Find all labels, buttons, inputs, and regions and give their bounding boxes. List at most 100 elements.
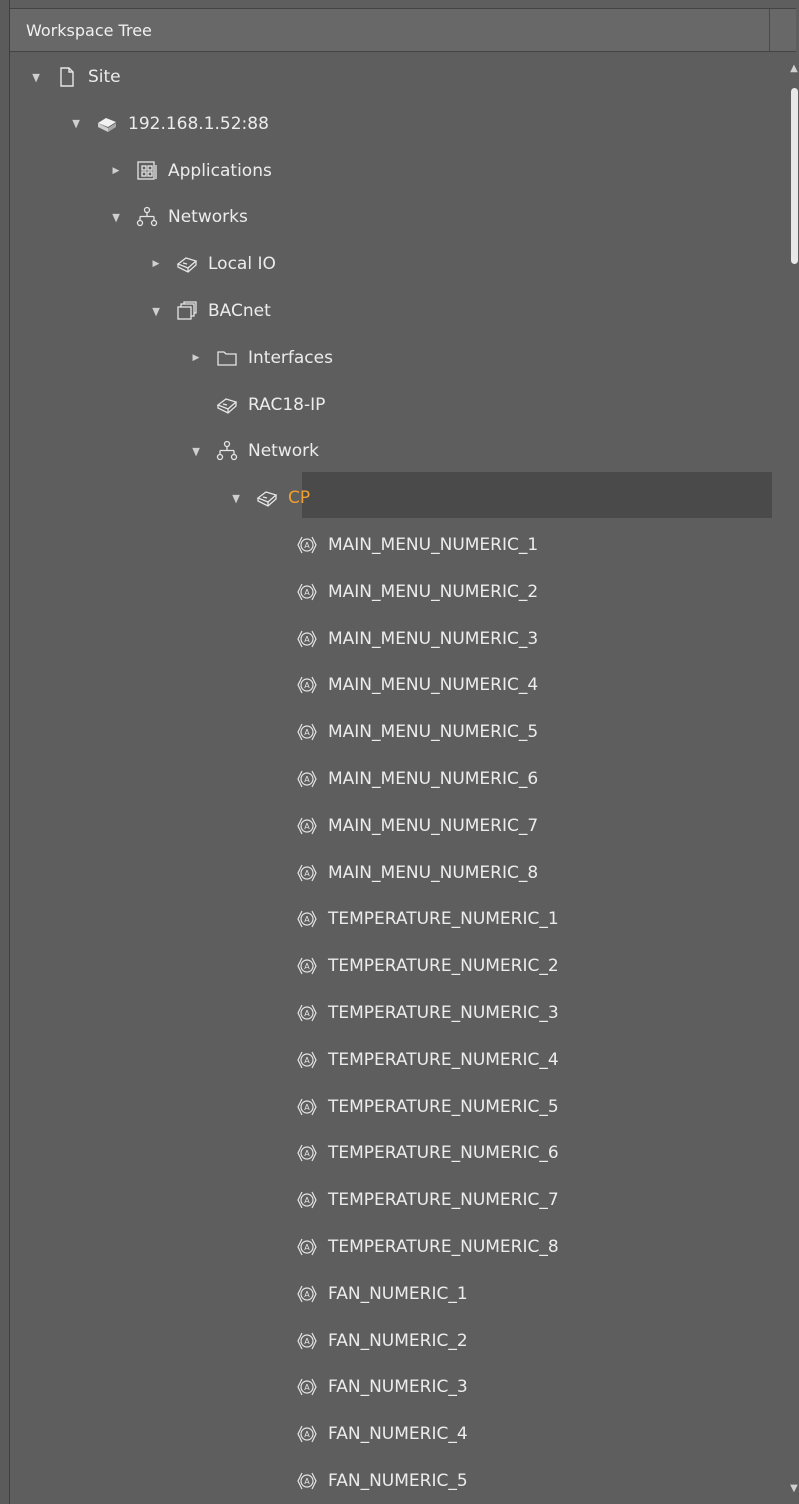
vertical-scrollbar[interactable]: ▲ ▼ bbox=[784, 54, 799, 1500]
stack-icon bbox=[174, 298, 200, 324]
tree-node-temperature-numeric-8[interactable]: A TEMPERATURE_NUMERIC_8 bbox=[268, 1224, 559, 1270]
tree-node-main-menu-numeric-1[interactable]: A MAIN_MENU_NUMERIC_1 bbox=[268, 522, 538, 568]
collapse-arrow-icon[interactable]: ▶ bbox=[108, 163, 124, 179]
tree-node-main-menu-numeric-6[interactable]: A MAIN_MENU_NUMERIC_6 bbox=[268, 756, 538, 802]
svg-text:A: A bbox=[304, 1337, 310, 1346]
analog-point-icon: A bbox=[294, 579, 320, 605]
tree-node-fan-numeric-3[interactable]: A FAN_NUMERIC_3 bbox=[268, 1364, 468, 1410]
analog-point-icon: A bbox=[294, 813, 320, 839]
tree-node-fan-numeric-5[interactable]: A FAN_NUMERIC_5 bbox=[268, 1458, 468, 1504]
tree-node-label: MAIN_MENU_NUMERIC_7 bbox=[328, 815, 539, 836]
collapse-arrow-icon[interactable]: ▶ bbox=[188, 350, 204, 366]
svg-text:A: A bbox=[304, 728, 310, 737]
tree-node-label: BACnet bbox=[208, 301, 271, 321]
tree-node-label: TEMPERATURE_NUMERIC_5 bbox=[328, 1096, 559, 1117]
tree-node-label: TEMPERATURE_NUMERIC_8 bbox=[328, 1237, 559, 1257]
network-icon bbox=[134, 204, 160, 230]
tree-node-label: TEMPERATURE_NUMERIC_1 bbox=[328, 909, 559, 930]
tree-node-temperature-numeric-7[interactable]: A TEMPERATURE_NUMERIC_7 bbox=[268, 1177, 559, 1223]
tree-node-local-io[interactable]: ▶ Local IO bbox=[148, 241, 276, 287]
analog-point-icon: A bbox=[294, 1328, 320, 1354]
tree-node-192-168-1-52-88[interactable]: ▼ 192.168.1.52:88 bbox=[68, 101, 269, 147]
svg-text:A: A bbox=[304, 1196, 310, 1205]
analog-point-icon: A bbox=[294, 1140, 320, 1166]
svg-text:A: A bbox=[304, 962, 310, 971]
scroll-up-arrow-icon[interactable]: ▲ bbox=[788, 62, 799, 74]
expand-arrow-icon[interactable]: ▼ bbox=[149, 303, 163, 319]
selected-row-highlight bbox=[302, 472, 772, 518]
page-icon bbox=[54, 64, 80, 90]
expand-arrow-icon[interactable]: ▼ bbox=[29, 69, 43, 85]
panel-header: Workspace Tree bbox=[10, 8, 796, 52]
tree-node-label: FAN_NUMERIC_3 bbox=[328, 1377, 468, 1398]
analog-point-icon: A bbox=[294, 672, 320, 698]
svg-text:A: A bbox=[304, 1103, 310, 1112]
tree-node-label: FAN_NUMERIC_1 bbox=[328, 1283, 468, 1304]
analog-point-icon: A bbox=[294, 1281, 320, 1307]
tree-node-applications[interactable]: ▶ Applications bbox=[108, 148, 272, 194]
analog-point-icon: A bbox=[294, 766, 320, 792]
svg-text:A: A bbox=[304, 635, 310, 644]
tree-node-fan-numeric-2[interactable]: A FAN_NUMERIC_2 bbox=[268, 1318, 468, 1364]
tree-node-bacnet[interactable]: ▼ BACnet bbox=[148, 288, 271, 334]
tree-node-label: MAIN_MENU_NUMERIC_5 bbox=[328, 722, 539, 743]
svg-text:A: A bbox=[304, 775, 310, 784]
tree-node-label: MAIN_MENU_NUMERIC_8 bbox=[328, 862, 539, 883]
tree-node-label: MAIN_MENU_NUMERIC_4 bbox=[328, 675, 539, 696]
tree-node-main-menu-numeric-7[interactable]: A MAIN_MENU_NUMERIC_7 bbox=[268, 803, 538, 849]
tree-node-main-menu-numeric-3[interactable]: A MAIN_MENU_NUMERIC_3 bbox=[268, 616, 538, 662]
tree-node-fan-numeric-4[interactable]: A FAN_NUMERIC_4 bbox=[268, 1411, 468, 1457]
collapse-arrow-icon[interactable]: ▶ bbox=[148, 256, 164, 272]
tree-node-fan-numeric-1[interactable]: A FAN_NUMERIC_1 bbox=[268, 1271, 468, 1317]
analog-point-icon: A bbox=[294, 860, 320, 886]
workspace-tree-panel: Workspace Tree ▼ Site ▼ 192.168.1.52:88 ▶ App… bbox=[9, 0, 799, 1504]
tree-node-label: FAN_NUMERIC_2 bbox=[328, 1330, 468, 1351]
scroll-down-arrow-icon[interactable]: ▼ bbox=[788, 1482, 799, 1494]
tree-node-interfaces[interactable]: ▶ Interfaces bbox=[188, 335, 333, 381]
tree-node-temperature-numeric-2[interactable]: A TEMPERATURE_NUMERIC_2 bbox=[268, 943, 559, 989]
device-icon bbox=[94, 111, 120, 137]
tree-node-main-menu-numeric-5[interactable]: A MAIN_MENU_NUMERIC_5 bbox=[268, 709, 538, 755]
tree-node-main-menu-numeric-4[interactable]: A MAIN_MENU_NUMERIC_4 bbox=[268, 662, 538, 708]
tree-node-main-menu-numeric-2[interactable]: A MAIN_MENU_NUMERIC_2 bbox=[268, 569, 538, 615]
expand-arrow-icon[interactable]: ▼ bbox=[69, 116, 83, 132]
tree-node-temperature-numeric-1[interactable]: A TEMPERATURE_NUMERIC_1 bbox=[268, 896, 559, 942]
tree-node-rac18-ip[interactable]: RAC18-IP bbox=[188, 382, 325, 428]
analog-point-icon: A bbox=[294, 1374, 320, 1400]
svg-text:A: A bbox=[304, 1430, 310, 1439]
scroll-thumb[interactable] bbox=[791, 88, 798, 264]
analog-point-icon: A bbox=[294, 953, 320, 979]
expand-arrow-icon[interactable]: ▼ bbox=[229, 490, 243, 506]
analog-point-icon: A bbox=[294, 1000, 320, 1026]
expand-arrow-icon[interactable]: ▼ bbox=[189, 443, 203, 459]
svg-text:A: A bbox=[304, 588, 310, 597]
tree-node-label: MAIN_MENU_NUMERIC_1 bbox=[328, 535, 539, 555]
svg-text:A: A bbox=[304, 822, 310, 831]
tree-node-label: Interfaces bbox=[248, 347, 333, 368]
tree-node-main-menu-numeric-8[interactable]: A MAIN_MENU_NUMERIC_8 bbox=[268, 850, 538, 896]
analog-point-icon: A bbox=[294, 1047, 320, 1073]
network-icon bbox=[214, 438, 240, 464]
tree-node-temperature-numeric-4[interactable]: A TEMPERATURE_NUMERIC_4 bbox=[268, 1037, 559, 1083]
tree-node-temperature-numeric-3[interactable]: A TEMPERATURE_NUMERIC_3 bbox=[268, 990, 559, 1036]
expand-arrow-icon[interactable]: ▼ bbox=[109, 209, 123, 225]
svg-text:A: A bbox=[304, 1383, 310, 1392]
tree-node-label: TEMPERATURE_NUMERIC_4 bbox=[328, 1049, 559, 1070]
tree-node-label: Local IO bbox=[208, 254, 276, 275]
svg-text:A: A bbox=[304, 1290, 310, 1299]
tree-node-network[interactable]: ▼ Network bbox=[188, 428, 319, 474]
tree-node-label: TEMPERATURE_NUMERIC_6 bbox=[328, 1143, 559, 1164]
tree-node-label: Site bbox=[88, 67, 121, 87]
analog-point-icon: A bbox=[294, 1094, 320, 1120]
tree-node-site[interactable]: ▼ Site bbox=[28, 54, 121, 100]
tree-node-temperature-numeric-5[interactable]: A TEMPERATURE_NUMERIC_5 bbox=[268, 1084, 559, 1130]
analog-point-icon: A bbox=[294, 1421, 320, 1447]
analog-point-icon: A bbox=[294, 906, 320, 932]
module-icon bbox=[214, 392, 240, 418]
tree-node-temperature-numeric-6[interactable]: A TEMPERATURE_NUMERIC_6 bbox=[268, 1130, 559, 1176]
tree-node-cp[interactable]: ▼ CP bbox=[228, 475, 310, 521]
applications-icon bbox=[134, 158, 160, 184]
analog-point-icon: A bbox=[294, 532, 320, 558]
tree-node-networks[interactable]: ▼ Networks bbox=[108, 194, 248, 240]
svg-text:A: A bbox=[304, 1243, 310, 1252]
